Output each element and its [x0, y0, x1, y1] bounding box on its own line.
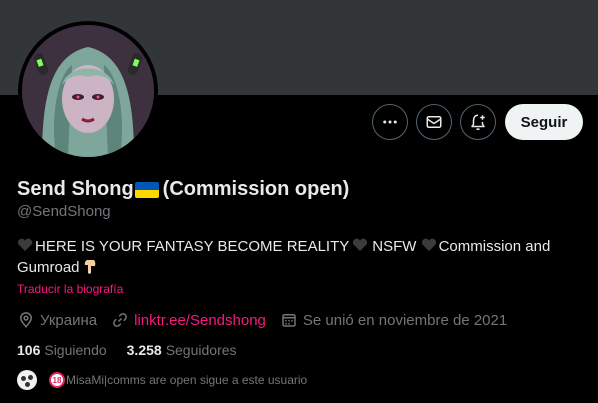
join-date-text: Se unió en noviembre de 2021: [302, 311, 508, 329]
followed-by[interactable]: 18 MisaMi|comms are open sigue a este us…: [17, 370, 307, 390]
translate-bio-link[interactable]: Traducir la biografía: [17, 282, 123, 296]
followers-count: 3.258: [126, 342, 162, 358]
pointing-down-hand-icon: [84, 260, 95, 274]
location-text: Украина: [40, 311, 98, 329]
followed-by-text: MisaMi|comms are open sigue a este usuar…: [66, 373, 308, 387]
more-icon: [383, 120, 397, 124]
notifications-button[interactable]: [460, 104, 496, 140]
display-name: Send Shong (Commission open): [17, 178, 349, 201]
avatar-image: [22, 25, 154, 157]
ukraine-flag-icon: [134, 181, 159, 198]
user-handle: @SendShong: [17, 203, 111, 220]
link-icon: [113, 313, 128, 327]
calendar-icon: [282, 314, 296, 327]
black-heart-icon: [421, 238, 436, 251]
location-pin-icon: [19, 312, 33, 328]
join-date: Se unió en noviembre de 2021: [280, 311, 507, 329]
follow-button[interactable]: Seguir: [505, 104, 583, 140]
following-count: 106: [17, 342, 41, 358]
profile-bio: HERE IS YOUR FANTASY BECOME REALITY NSFW …: [17, 236, 577, 278]
bio-text-2: NSFW: [372, 238, 417, 255]
display-name-suffix: (Commission open): [162, 178, 350, 200]
black-heart-icon: [17, 238, 33, 251]
website-link[interactable]: linktr.ee/Sendshong: [134, 312, 266, 329]
follower-avatar: [17, 370, 37, 390]
envelope-icon: [426, 116, 442, 128]
following-link[interactable]: 106 Siguiendo: [17, 342, 107, 358]
display-name-text: Send Shong: [17, 178, 134, 200]
followers-label: Seguidores: [165, 342, 237, 358]
location: Украина: [17, 311, 97, 329]
website[interactable]: linktr.ee/Sendshong: [111, 311, 266, 329]
profile-meta: Украина linktr.ee/Sendshong Se unió en n…: [17, 310, 521, 330]
profile-avatar[interactable]: [18, 21, 158, 161]
profile-stats: 106 Siguiendo 3.258 Seguidores: [17, 342, 257, 358]
following-label: Siguiendo: [44, 342, 107, 358]
more-button[interactable]: [372, 104, 408, 140]
bell-plus-icon: [471, 114, 485, 131]
followers-link[interactable]: 3.258 Seguidores: [127, 342, 237, 358]
adult-18-badge: 18: [49, 372, 65, 388]
black-heart-icon: [353, 238, 368, 251]
message-button[interactable]: [416, 104, 452, 140]
bio-text-1: HERE IS YOUR FANTASY BECOME REALITY: [35, 238, 350, 255]
